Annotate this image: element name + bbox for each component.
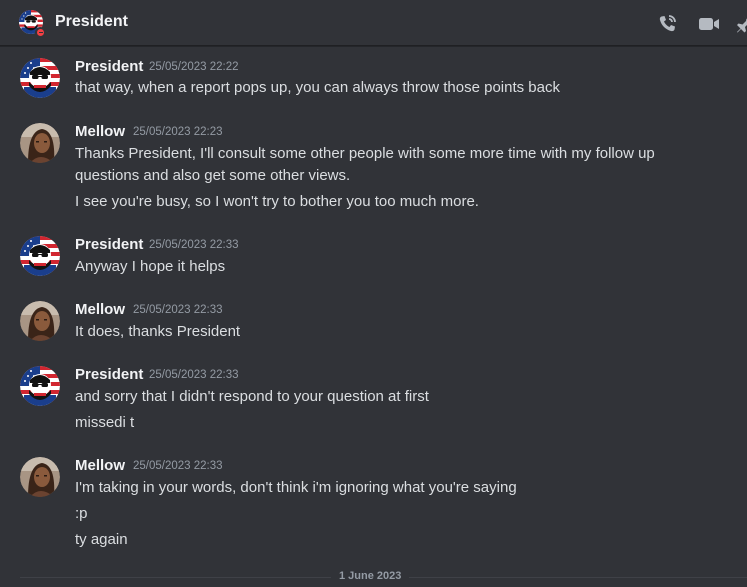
message-text: that way, when a report pops up, you can… <box>75 79 560 96</box>
message-text: I see you're busy, so I won't try to bot… <box>75 193 479 210</box>
dm-window: President President 25/05/2023 22:22 tha… <box>0 0 747 587</box>
message-timestamp: 25/05/2023 22:22 <box>149 61 239 73</box>
message-timestamp: 25/05/2023 22:23 <box>133 126 223 138</box>
message-author[interactable]: President <box>75 58 143 75</box>
mellow-avatar[interactable] <box>20 301 60 341</box>
dnd-status-icon <box>35 27 46 38</box>
pin-icon[interactable] <box>734 12 747 36</box>
message-author[interactable]: Mellow <box>75 301 125 318</box>
message-timestamp: 25/05/2023 22:33 <box>133 304 223 316</box>
message-text: :p <box>75 505 88 522</box>
message-text: questions and also get some other views. <box>75 167 351 184</box>
dm-header: President <box>0 0 747 46</box>
message-text: It does, thanks President <box>75 323 241 340</box>
mellow-avatar[interactable] <box>20 123 60 163</box>
message-timestamp: 25/05/2023 22:33 <box>149 369 239 381</box>
message-author[interactable]: Mellow <box>75 123 125 140</box>
message-timestamp: 25/05/2023 22:33 <box>149 239 239 251</box>
message-text: ty again <box>75 531 128 548</box>
date-divider-label: 1 June 2023 <box>331 570 410 582</box>
president-avatar[interactable] <box>20 58 60 98</box>
message-text: and sorry that I didn't respond to your … <box>75 388 429 405</box>
message-author[interactable]: President <box>75 236 143 253</box>
message-timestamp: 25/05/2023 22:33 <box>133 460 223 472</box>
message-author[interactable]: President <box>75 366 143 383</box>
dm-recipient-name[interactable]: President <box>55 13 128 31</box>
message-text: Thanks President, I'll consult some othe… <box>75 145 655 162</box>
phone-call-icon[interactable] <box>655 12 679 36</box>
message-text: Anyway I hope it helps <box>75 258 226 275</box>
president-avatar[interactable] <box>20 236 60 276</box>
message-author[interactable]: Mellow <box>75 457 125 474</box>
mellow-avatar[interactable] <box>20 457 60 497</box>
message-text: I'm taking in your words, don't think i'… <box>75 479 517 496</box>
message-text: missedi t <box>75 414 135 431</box>
president-avatar[interactable] <box>20 366 60 406</box>
video-call-icon[interactable] <box>697 12 721 36</box>
